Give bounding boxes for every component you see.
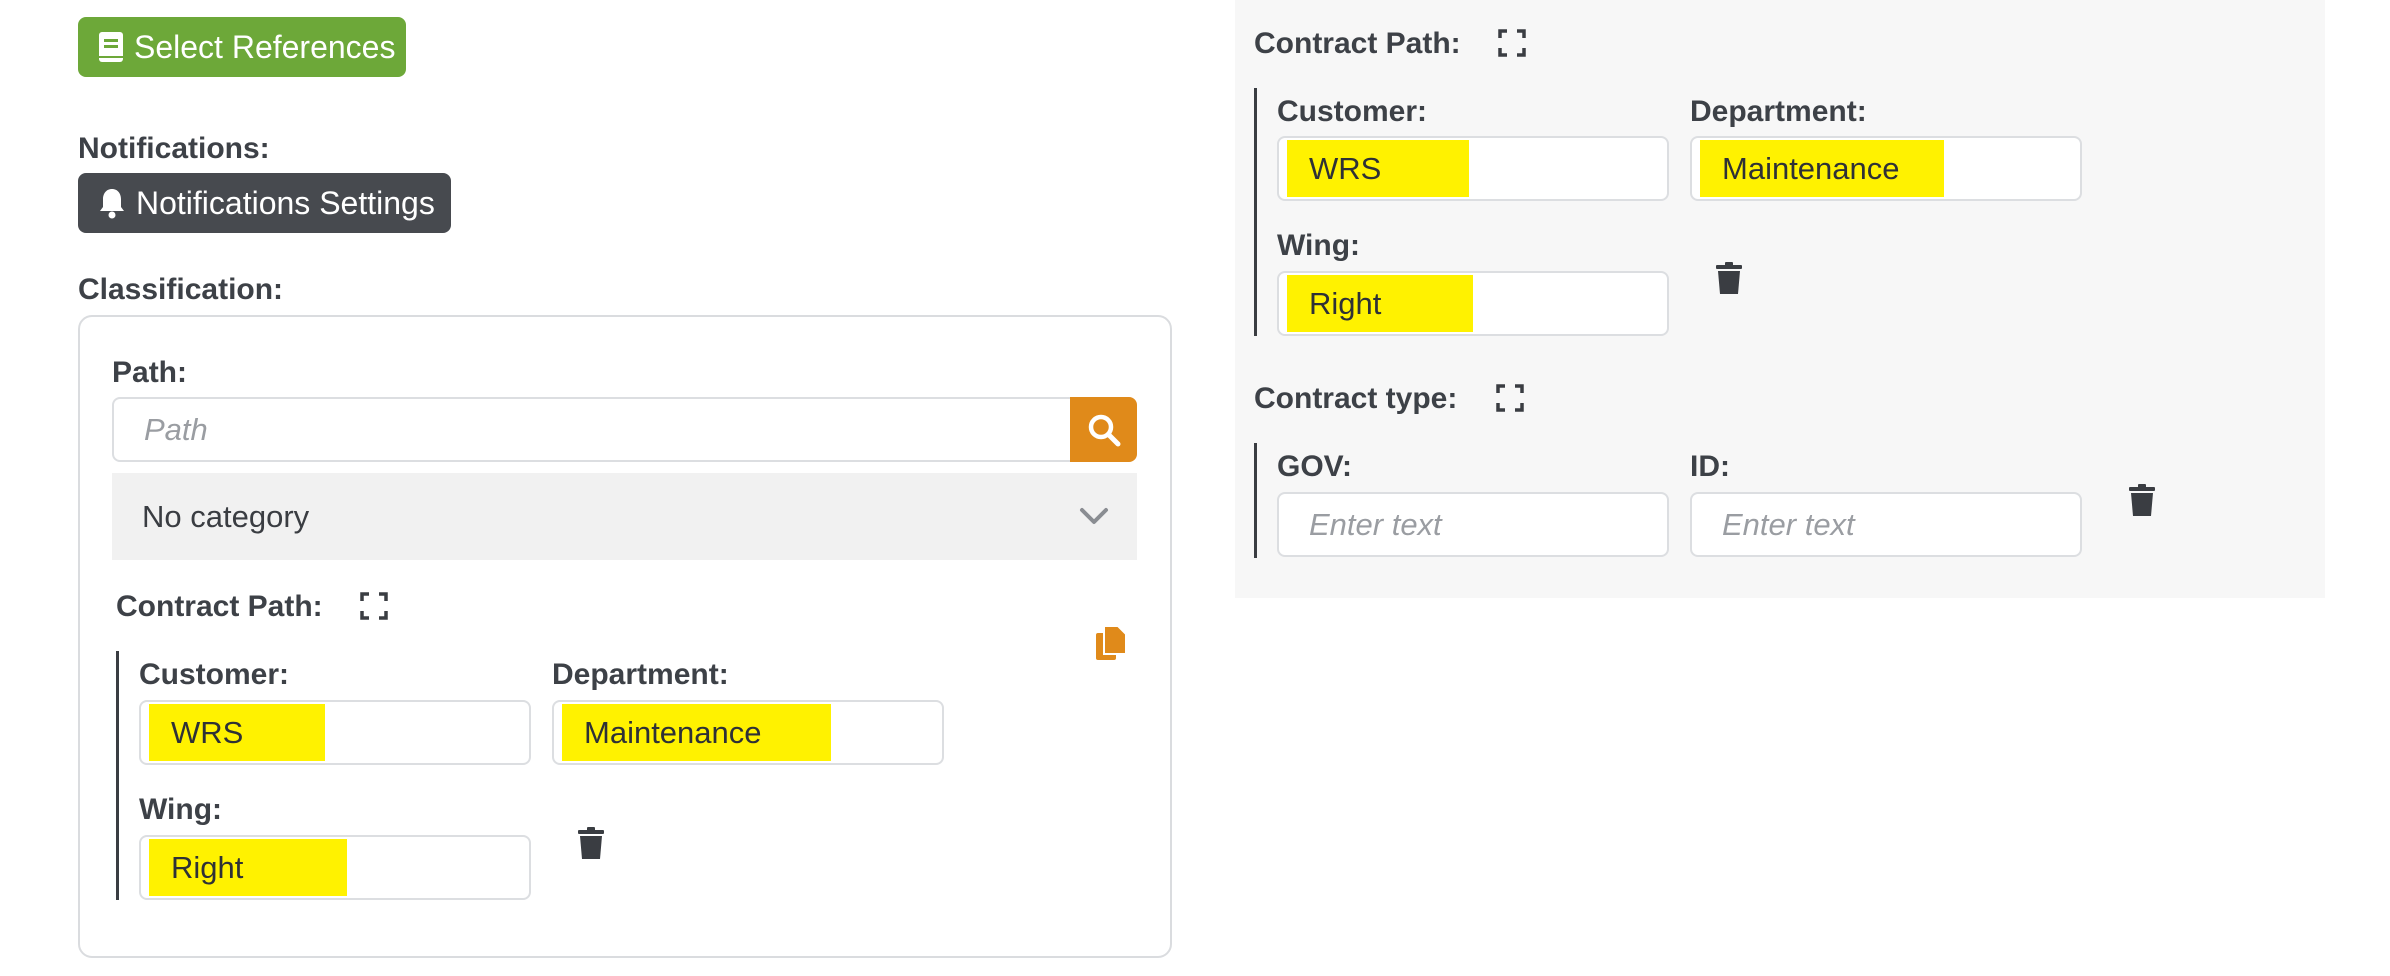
right-contract-path-divider [1254,88,1257,336]
contract-path-divider [116,651,119,900]
gov-placeholder: Enter text [1309,506,1442,542]
id-placeholder: Enter text [1722,506,1855,542]
copy-icon[interactable] [1093,624,1129,664]
right-customer-value: WRS [1287,140,1469,197]
trash-icon[interactable] [573,823,609,863]
wing-value: Right [149,839,347,896]
gov-label: GOV: [1277,450,1353,483]
expand-icon[interactable] [1494,382,1526,414]
department-field[interactable]: Maintenance [552,700,944,765]
department-value: Maintenance [562,704,831,761]
id-field[interactable]: Enter text [1690,492,2082,557]
notifications-settings-button[interactable]: Notifications Settings [78,173,451,233]
id-label: ID: [1690,450,1730,483]
trash-icon[interactable] [1711,258,1747,298]
book-icon [96,29,126,65]
path-label: Path: [112,356,187,389]
right-department-label: Department: [1690,95,1867,128]
contract-type-label: Contract type: [1254,382,1458,415]
expand-icon[interactable] [358,590,390,622]
gov-field[interactable]: Enter text [1277,492,1669,557]
category-selected-value: No category [142,498,310,534]
notifications-settings-label: Notifications Settings [136,184,435,221]
notifications-label: Notifications: [78,132,270,165]
right-customer-label: Customer: [1277,95,1428,128]
search-icon [1087,413,1121,447]
customer-field[interactable]: WRS [139,700,531,765]
path-input[interactable]: Path [112,397,1072,462]
search-button[interactable] [1070,397,1137,462]
right-customer-field[interactable]: WRS [1277,136,1669,201]
department-label: Department: [552,658,729,691]
right-department-value: Maintenance [1700,140,1944,197]
wing-label: Wing: [139,793,223,826]
customer-label: Customer: [139,658,290,691]
trash-icon[interactable] [2124,480,2160,520]
right-wing-field[interactable]: Right [1277,271,1669,336]
contract-path-label: Contract Path: [116,590,323,623]
right-contract-path-label: Contract Path: [1254,27,1461,60]
right-wing-label: Wing: [1277,229,1361,262]
classification-label: Classification: [78,273,284,306]
path-placeholder: Path [144,411,208,447]
right-department-field[interactable]: Maintenance [1690,136,2082,201]
customer-value: WRS [149,704,325,761]
right-wing-value: Right [1287,275,1473,332]
bell-icon [96,185,128,221]
expand-icon[interactable] [1496,27,1528,59]
category-select[interactable]: No category [112,473,1137,560]
select-references-label: Select References [134,28,396,65]
chevron-down-icon [1077,501,1111,531]
wing-field[interactable]: Right [139,835,531,900]
contract-type-divider [1254,443,1257,558]
select-references-button[interactable]: Select References [78,17,406,77]
